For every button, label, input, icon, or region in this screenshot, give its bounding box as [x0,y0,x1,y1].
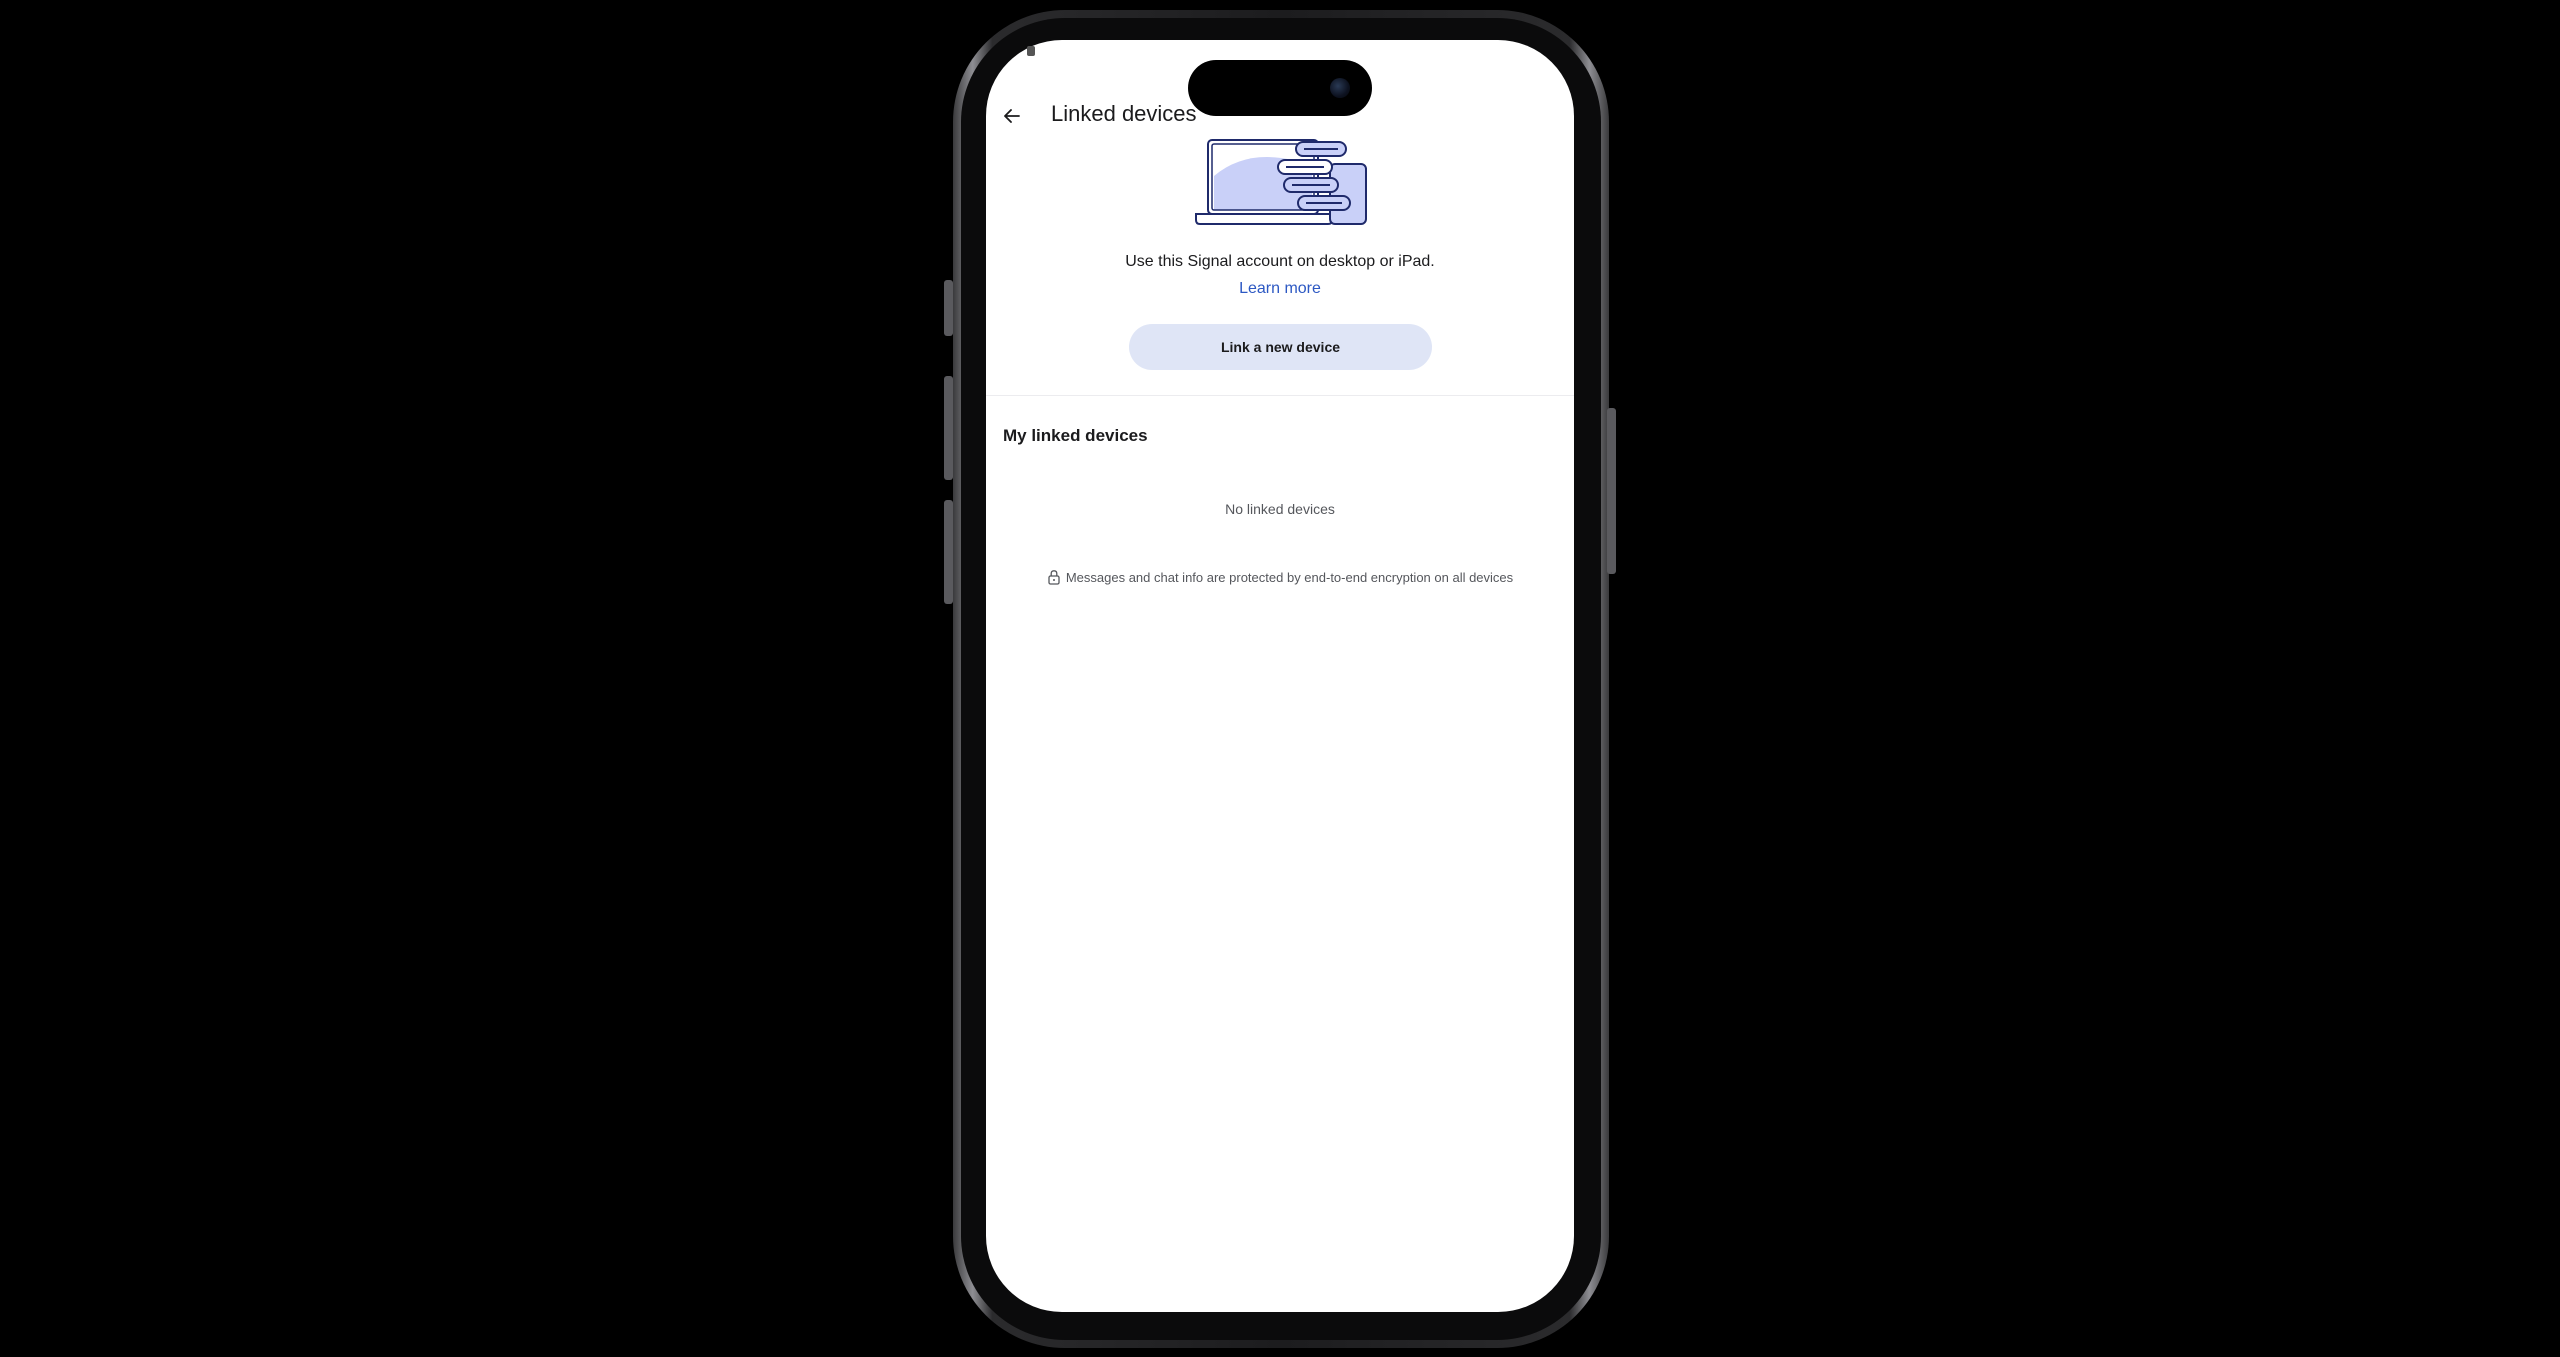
app-screen: Linked devices Use this Signal account o… [986,40,1574,1312]
devices-illustration-icon [1195,139,1367,225]
empty-state-text: No linked devices [1225,501,1335,517]
learn-more-link[interactable]: Learn more [986,280,1574,298]
page-title: Linked devices [1051,101,1197,126]
lock-icon [1047,569,1061,585]
back-button[interactable] [992,96,1032,136]
encryption-note-text: Messages and chat info are protected by … [1065,569,1514,585]
section-title: My linked devices [1003,426,1148,445]
link-new-device-button[interactable]: Link a new device [1129,324,1432,370]
status-indicator-icon [1027,46,1035,56]
camera-icon [1330,78,1350,98]
dynamic-island [1188,60,1372,116]
volume-up-button [944,376,953,480]
action-button [944,280,953,336]
section-divider [986,395,1574,396]
volume-down-button [944,500,953,604]
arrow-left-icon [1004,109,1020,123]
hero-description: Use this Signal account on desktop or iP… [1125,253,1435,270]
encryption-note: Messages and chat info are protected by … [986,569,1574,585]
link-new-device-label: Link a new device [1220,339,1341,355]
power-button [1607,408,1616,574]
stage: Linked devices Use this Signal account o… [0,0,2560,1357]
